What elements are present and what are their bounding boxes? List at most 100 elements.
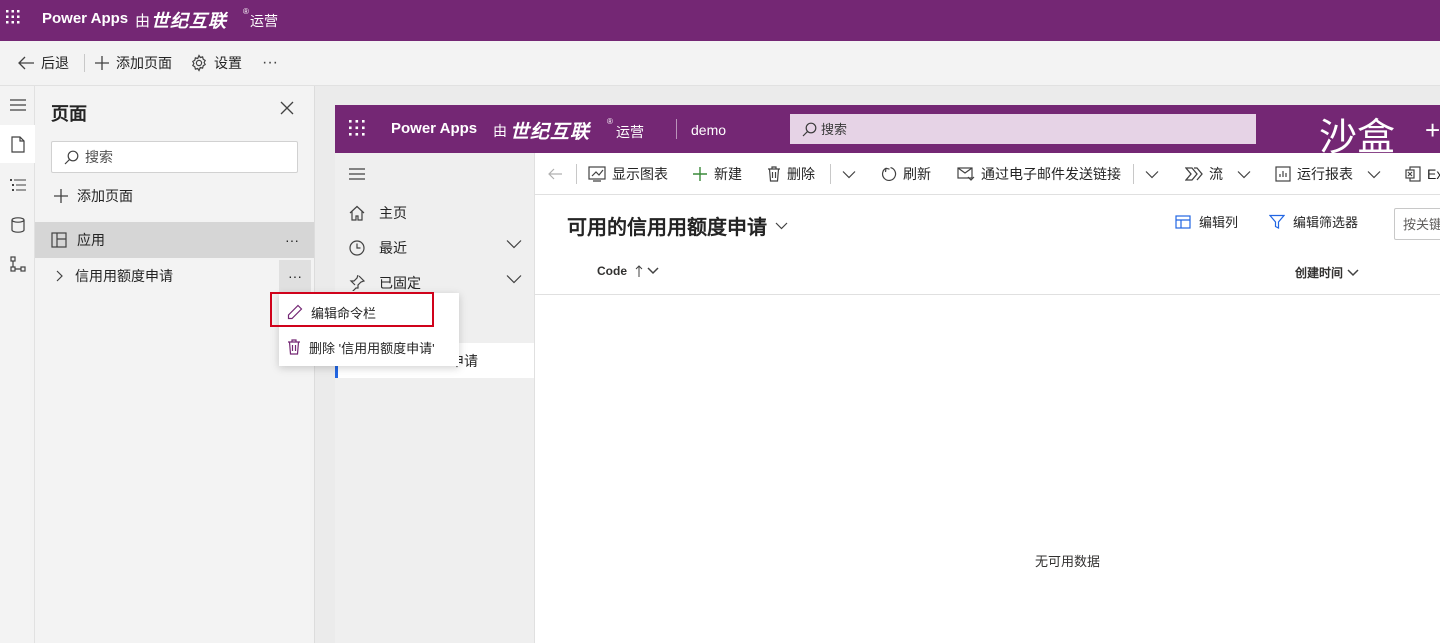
edit-filters-label: 编辑筛选器 bbox=[1293, 215, 1359, 230]
plus-icon bbox=[692, 166, 708, 182]
preview-sitemap-nav: 主页 最近 已固定 申请 bbox=[335, 153, 535, 643]
view-selector[interactable]: 可用的信用用额度申请 bbox=[567, 211, 788, 240]
settings-label: 设置 bbox=[214, 55, 242, 71]
run-report-button[interactable]: 运行报表 bbox=[1275, 153, 1381, 195]
preview-command-bar: 显示图表 新建 删除 刷新 通过电子邮件发送链接 流 运行报表 Ex bbox=[535, 153, 1440, 195]
column-header-created-on[interactable]: 创建时间 bbox=[1295, 264, 1359, 281]
refresh-icon bbox=[881, 166, 897, 182]
chevron-right-icon[interactable] bbox=[55, 270, 63, 282]
view-title: 可用的信用用额度申请 bbox=[567, 217, 767, 239]
empty-grid-message: 无可用数据 bbox=[1035, 554, 1101, 569]
grid-header-divider bbox=[535, 294, 1440, 295]
close-panel-button[interactable] bbox=[279, 100, 295, 116]
sort-ascending-icon bbox=[635, 265, 643, 277]
nav-item-label: 主页 bbox=[379, 204, 407, 221]
database-icon bbox=[10, 217, 25, 233]
nav-item-label: 已固定 bbox=[379, 274, 421, 291]
keyword-search-input[interactable] bbox=[1403, 216, 1440, 232]
preview-app-title[interactable]: Power Apps bbox=[391, 120, 477, 137]
page-context-menu: 编辑命令栏 删除 '信用用额度申请' bbox=[279, 293, 459, 366]
preview-operated-label: 运营 bbox=[616, 124, 644, 140]
data-rail-button[interactable] bbox=[0, 206, 35, 244]
show-chart-button[interactable]: 显示图表 bbox=[588, 153, 668, 195]
preview-search-box[interactable] bbox=[790, 114, 1256, 144]
show-chart-label: 显示图表 bbox=[612, 166, 668, 182]
pin-icon bbox=[349, 274, 365, 291]
page-icon bbox=[10, 135, 25, 153]
chevron-down-icon bbox=[1367, 170, 1381, 179]
page-tree-item[interactable]: 信用用额度申请 bbox=[35, 258, 314, 294]
hamburger-icon bbox=[9, 99, 26, 111]
app-layout-icon bbox=[51, 232, 67, 248]
new-button[interactable]: 新建 bbox=[692, 153, 742, 195]
preview-app-header: Power Apps 由 世纪互联 ® 运营 demo 沙盒 + bbox=[335, 105, 1440, 159]
preview-plus-button[interactable]: + bbox=[1425, 115, 1440, 146]
registered-mark: ® bbox=[243, 7, 249, 16]
edit-columns-icon bbox=[1175, 214, 1191, 230]
chevron-down-icon bbox=[842, 170, 856, 179]
grid-back-button[interactable] bbox=[547, 153, 563, 195]
preview-by-label: 由 bbox=[493, 123, 507, 139]
column-header-label: 创建时间 bbox=[1295, 266, 1344, 280]
flow-button[interactable]: 流 bbox=[1185, 153, 1251, 195]
keyword-search-box[interactable] bbox=[1394, 208, 1440, 240]
email-link-label: 通过电子邮件发送链接 bbox=[981, 166, 1121, 182]
email-link-button[interactable]: 通过电子邮件发送链接 bbox=[957, 153, 1121, 195]
preview-search-input[interactable] bbox=[821, 121, 1241, 137]
navigation-rail-button[interactable] bbox=[0, 166, 35, 204]
pages-panel: 页面 添加页面 应用 ··· 信用用额度申请 ··· bbox=[35, 86, 315, 643]
pages-search-input[interactable] bbox=[85, 149, 275, 165]
excel-templates-button[interactable]: Ex bbox=[1405, 153, 1440, 195]
mail-link-icon bbox=[957, 166, 975, 182]
app-tree-item-label: 应用 bbox=[77, 232, 105, 248]
operated-label: 运营 bbox=[250, 13, 278, 29]
page-tree-item-label: 信用用额度申请 bbox=[75, 268, 173, 284]
report-icon bbox=[1275, 166, 1291, 182]
email-more-dropdown[interactable] bbox=[1145, 153, 1159, 195]
pages-rail-button[interactable] bbox=[0, 125, 35, 163]
app-more-button[interactable]: ··· bbox=[278, 226, 306, 254]
delete-button[interactable]: 删除 bbox=[767, 153, 815, 195]
preview-brand-text: 世纪互联 bbox=[510, 122, 591, 143]
chevron-down-icon[interactable] bbox=[506, 274, 522, 284]
nav-item-label: 最近 bbox=[379, 239, 407, 256]
clock-icon bbox=[349, 239, 365, 256]
chevron-down-icon bbox=[775, 222, 788, 230]
app-launcher-icon[interactable] bbox=[6, 10, 20, 24]
page-more-button[interactable]: ··· bbox=[279, 260, 311, 292]
pages-search-box[interactable] bbox=[51, 141, 298, 173]
pencil-icon bbox=[287, 304, 303, 320]
edit-columns-label: 编辑列 bbox=[1199, 215, 1239, 230]
more-options-button[interactable]: ··· bbox=[262, 41, 278, 85]
settings-button[interactable]: 设置 bbox=[190, 41, 242, 85]
refresh-button[interactable]: 刷新 bbox=[881, 153, 931, 195]
hamburger-icon bbox=[349, 167, 365, 180]
nav-item-home[interactable]: 主页 bbox=[335, 195, 534, 230]
delete-page-menu-item[interactable]: 删除 '信用用额度申请' bbox=[279, 330, 459, 364]
hamburger-menu-button[interactable] bbox=[0, 86, 35, 124]
flow-tree-icon bbox=[9, 256, 26, 272]
excel-icon bbox=[1405, 166, 1421, 182]
trash-icon bbox=[767, 166, 781, 182]
arrow-left-icon bbox=[547, 167, 563, 181]
edit-filters-button[interactable]: 编辑筛选器 bbox=[1269, 212, 1358, 231]
preview-app-launcher-icon[interactable] bbox=[349, 120, 365, 136]
chevron-down-icon[interactable] bbox=[506, 239, 522, 249]
add-page-button[interactable]: 添加页面 bbox=[94, 41, 172, 85]
app-tree-item[interactable]: 应用 ··· bbox=[35, 222, 314, 258]
nav-collapse-button[interactable] bbox=[335, 156, 534, 191]
more-commands-dropdown[interactable] bbox=[842, 153, 856, 195]
back-button[interactable]: 后退 bbox=[17, 41, 69, 85]
chart-icon bbox=[588, 166, 606, 182]
plus-icon bbox=[94, 55, 110, 71]
column-header-code[interactable]: Code bbox=[597, 264, 659, 278]
close-icon bbox=[279, 100, 295, 116]
edit-columns-button[interactable]: 编辑列 bbox=[1175, 212, 1238, 231]
nav-item-recent[interactable]: 最近 bbox=[335, 230, 534, 265]
app-title[interactable]: Power Apps bbox=[42, 10, 128, 27]
automate-rail-button[interactable] bbox=[0, 245, 35, 283]
app-header: Power Apps 由 世纪互联 ® 运营 bbox=[0, 0, 1440, 41]
chevron-down-icon bbox=[1145, 170, 1159, 179]
edit-command-bar-menu-item[interactable]: 编辑命令栏 bbox=[279, 295, 459, 329]
panel-add-page-button[interactable]: 添加页面 bbox=[53, 186, 133, 206]
